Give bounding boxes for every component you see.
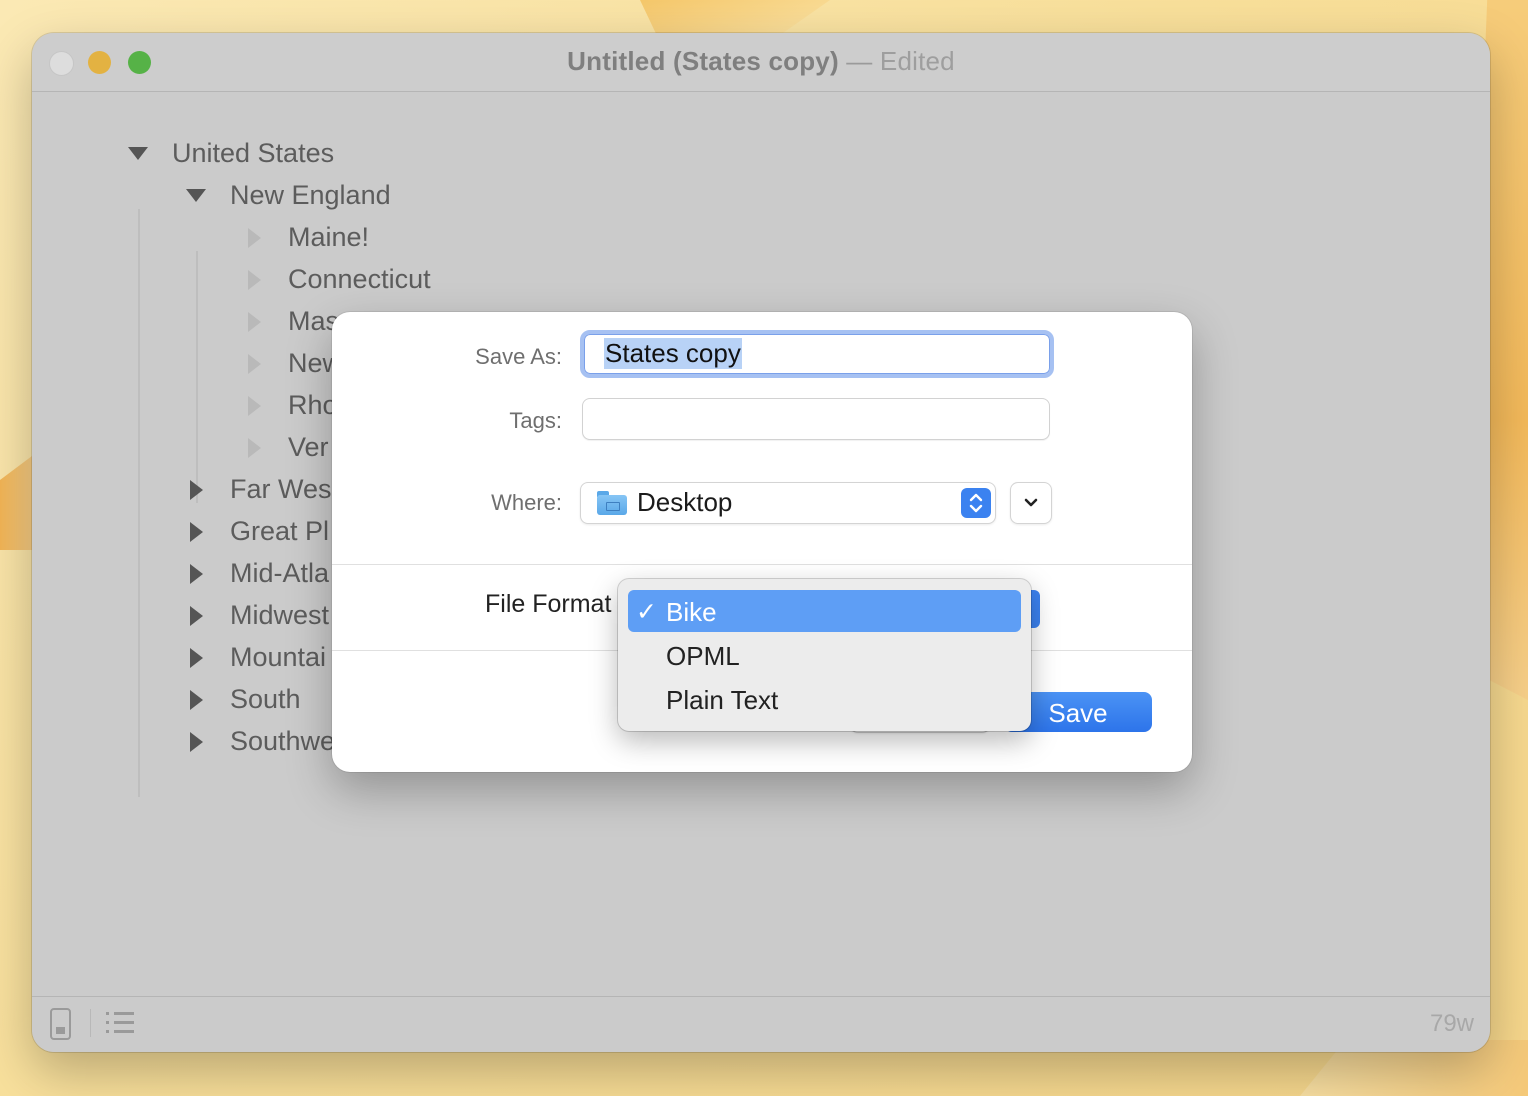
expand-dialog-button[interactable] [1010,482,1052,524]
disclosure-triangle-collapsed-icon[interactable] [190,648,203,668]
edited-indicator: Edited [879,46,955,76]
save-as-label: Save As: [475,344,562,369]
outline-row-text[interactable]: New England [230,180,391,211]
menu-item-label: Bike [666,597,717,627]
outline-row-text[interactable]: Ver [288,432,329,463]
save-as-field[interactable]: States copy [580,330,1054,378]
chevron-down-icon [1024,498,1038,507]
status-bar: 79w [32,996,1490,1052]
up-down-chevron-icon[interactable] [961,488,991,518]
disclosure-triangle-leaf-icon [248,228,261,248]
outline-row-text[interactable]: Far Wes [230,474,332,505]
where-popup-button[interactable]: Desktop [580,482,996,524]
menu-item-bike[interactable]: ✓ Bike [628,590,1021,632]
outline-guide-line [196,251,198,503]
disclosure-triangle-expanded-icon[interactable] [186,189,206,202]
outline-row-text[interactable]: Mid-Atla [230,558,329,589]
dialog-divider [332,564,1192,565]
outline-row-text[interactable]: Mountai [230,642,326,673]
disclosure-triangle-leaf-icon [248,438,261,458]
checkmark-icon: ✓ [636,598,657,626]
disclosure-triangle-leaf-icon [248,396,261,416]
disclosure-triangle-collapsed-icon[interactable] [190,690,203,710]
file-format-label: File Format [485,590,612,618]
outline-row-text[interactable]: Great Pl [230,516,329,547]
disclosure-triangle-collapsed-icon[interactable] [190,732,203,752]
outline-row-text[interactable]: South [230,684,301,715]
save-as-field-text[interactable]: States copy [604,338,742,369]
menu-item-plain-text[interactable]: Plain Text [628,678,1021,720]
menu-item-label: Plain Text [666,685,779,715]
menu-item-label: OPML [666,641,740,671]
tags-field[interactable] [582,398,1050,440]
disclosure-triangle-collapsed-icon[interactable] [190,606,203,626]
window-title: Untitled (States copy) — Edited [32,46,1490,77]
disclosure-triangle-leaf-icon [248,312,261,332]
outline-row-text[interactable]: United States [172,138,334,169]
disclosure-triangle-collapsed-icon[interactable] [190,480,203,500]
tags-label: Tags: [509,408,562,433]
disclosure-triangle-leaf-icon [248,354,261,374]
list-icon[interactable] [106,1012,134,1034]
disclosure-triangle-collapsed-icon[interactable] [190,522,203,542]
disclosure-triangle-expanded-icon[interactable] [128,147,148,160]
where-label: Where: [491,490,562,515]
outline-row-text[interactable]: Connecticut [288,264,431,295]
disclosure-triangle-collapsed-icon[interactable] [190,564,203,584]
outline-row-text[interactable]: Midwest [230,600,329,631]
file-format-menu: ✓ Bike OPML Plain Text [618,579,1031,731]
disclosure-triangle-leaf-icon [248,270,261,290]
titlebar[interactable]: Untitled (States copy) — Edited [32,33,1490,92]
menu-item-opml[interactable]: OPML [628,634,1021,676]
title-separator: — [846,46,873,76]
where-value: Desktop [637,487,733,517]
outline-row-text[interactable]: Southwe [230,726,335,757]
status-divider [90,1009,91,1037]
outline-row-text[interactable]: Rho [288,390,338,421]
folder-icon [597,491,627,515]
window-title-text: Untitled (States copy) [567,46,839,76]
outline-guide-line [138,209,140,797]
outline-row-text[interactable]: Maine! [288,222,369,253]
word-count: 79w [1429,1010,1474,1037]
phone-preview-icon[interactable] [50,1008,71,1040]
